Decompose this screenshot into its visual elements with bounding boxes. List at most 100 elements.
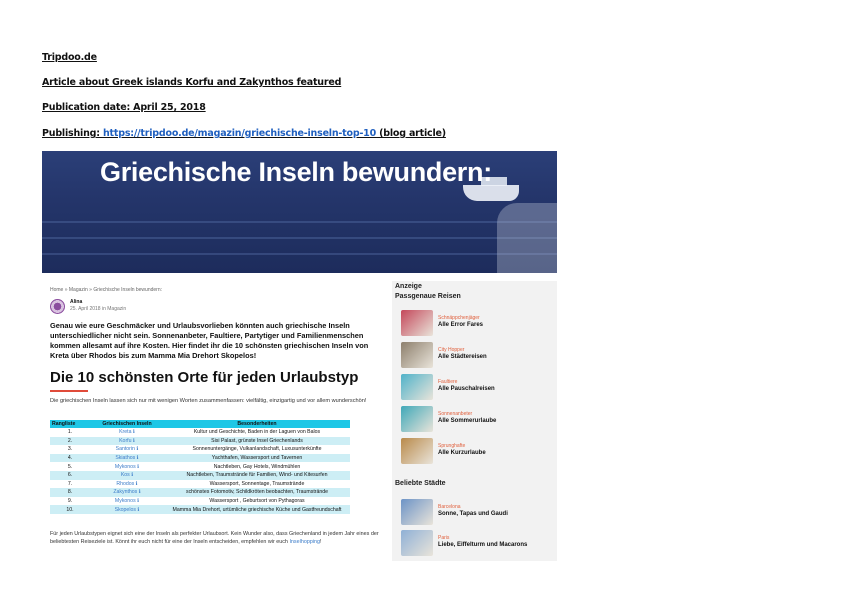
rank-cell: 9.	[67, 498, 73, 505]
description-cell: Kultur und Geschichte, Baden in der Lagu…	[193, 429, 321, 436]
outro-paragraph: Für jeden Urlaubstypen eignet sich eine …	[50, 531, 380, 546]
card-thumbnail	[401, 342, 433, 368]
description-cell: Sonnenuntergänge, Vulkanlandschaft, Luxu…	[192, 446, 322, 453]
sidebar-card[interactable]: Sprunghafte Alle Kurzurlaube	[395, 437, 555, 465]
card-category: Sonnenanbeter	[438, 411, 473, 417]
islands-table: Rangliste Griechischen Inseln Besonderhe…	[50, 420, 350, 514]
table-row: 4. Skiathos ℹ Yachthafen, Wassersport und …	[50, 453, 350, 463]
description-cell: Wassersport , Geburtsort von Pythagoras	[209, 498, 305, 505]
sidebar: Anzeige Passgenaue Reisen Schnäppchenjäg…	[392, 281, 557, 561]
article-body: Home » Magazin » Griechische Inseln bewu…	[42, 281, 382, 561]
publishing-line: Publishing: https://tripdoo.de/magazin/g…	[42, 128, 446, 139]
lead-paragraph: Die griechischen Inseln lassen sich nur …	[50, 398, 367, 404]
rock-image	[497, 203, 557, 273]
description-cell: Nachtleben, Gay Hotels, Windmühlen	[213, 463, 301, 470]
island-link[interactable]: Kreta ℹ	[90, 428, 164, 437]
article-description: Article about Greek islands Korfu and Za…	[42, 77, 342, 88]
publishing-suffix: (blog article)	[376, 128, 446, 139]
article-screenshot: Griechische Inseln bewundern: Home » Mag…	[42, 151, 557, 561]
card-category: Faultiere	[438, 379, 458, 385]
sidebar-card[interactable]: Schnäppchenjäger Alle Error Fares	[395, 309, 555, 337]
island-link[interactable]: Kos ℹ	[90, 470, 164, 480]
table-header: Besonderheiten	[164, 420, 350, 428]
rank-cell: 10.	[50, 505, 90, 514]
heading-underline	[50, 390, 88, 392]
island-link[interactable]: Mykonos ℹ	[90, 497, 164, 506]
island-link[interactable]: Skiathos ℹ	[90, 453, 164, 463]
sidebar-card[interactable]: City Hopper Alle Städtereisen	[395, 341, 555, 369]
table-row: 5. Mykonos ℹ Nachtleben, Gay Hotels, Windm…	[50, 462, 350, 471]
publication-date: Publication date: April 25, 2018	[42, 102, 206, 113]
island-link[interactable]: Korfu ℹ	[90, 436, 164, 446]
cities-title: Beliebte Städte	[395, 480, 446, 487]
post-meta: 25. April 2018 in Magazin	[70, 306, 127, 312]
sidebar-card[interactable]: Faultiere Alle Pauschalreisen	[395, 373, 555, 401]
card-thumbnail	[401, 406, 433, 432]
description-cell: Yachthafen, Wassersport und Tavernen	[164, 453, 350, 463]
card-title[interactable]: Alle Städtereisen	[438, 354, 487, 360]
rank-cell: 5.	[67, 463, 73, 470]
table-row: 9. Mykonos ℹ Wassersport , Geburtsort von …	[50, 497, 350, 506]
rank-cell: 4.	[50, 453, 90, 463]
publishing-label: Publishing:	[42, 128, 103, 139]
card-thumbnail	[401, 530, 433, 556]
table-header: Rangliste	[50, 420, 90, 428]
island-link[interactable]: Zakynthos ℹ	[90, 488, 164, 497]
table-row: 2. Korfu ℹ Sisi Palast, grünste Insel Grie…	[50, 436, 350, 446]
breadcrumb[interactable]: Home » Magazin » Griechische Inseln bewu…	[50, 287, 162, 293]
hero-banner: Griechische Inseln bewundern:	[42, 151, 557, 273]
card-category: Paris	[438, 535, 450, 541]
card-category: Sprunghafte	[438, 443, 466, 449]
table-row: 10. Skopelos ℹ Mamma Mia Drehort, urtümlic…	[50, 505, 350, 514]
card-title[interactable]: Alle Error Fares	[438, 322, 483, 328]
description-cell: schönstes Fotomotiv, Schildkröten beobac…	[164, 488, 350, 497]
ad-label: Anzeige	[395, 283, 422, 290]
card-title[interactable]: Alle Pauschalreisen	[438, 386, 495, 392]
rank-cell: 2.	[50, 436, 90, 446]
island-link[interactable]: Santorin ℹ	[90, 445, 164, 454]
outro-end: !	[320, 538, 322, 545]
sidebar-card[interactable]: Sonnenanbeter Alle Sommerurlaube	[395, 405, 555, 433]
island-link[interactable]: Rhodos ℹ	[90, 480, 164, 489]
rank-cell: 3.	[67, 446, 73, 453]
sidebar-card[interactable]: Barcelona Sonne, Tapas und Gaudi	[395, 498, 555, 526]
card-category: City Hopper	[438, 347, 465, 353]
card-title[interactable]: Alle Sommerurlaube	[438, 418, 496, 424]
author-avatar	[50, 299, 65, 314]
site-name: Tripdoo.de	[42, 52, 97, 63]
table-row: 1. Kreta ℹ Kultur und Geschichte, Baden in…	[50, 428, 350, 437]
rank-cell: 8.	[50, 488, 90, 497]
outro-text: Für jeden Urlaubstypen eignet sich eine …	[50, 531, 379, 545]
table-row: 7. Rhodos ℹ Wassersport, Sonnentage, Traum…	[50, 480, 350, 489]
card-thumbnail	[401, 310, 433, 336]
description-cell: Nachtleben, Traumstrände für Familien, W…	[164, 470, 350, 480]
card-title[interactable]: Liebe, Eiffelturm und Macarons	[438, 542, 527, 548]
publishing-link[interactable]: https://tripdoo.de/magazin/griechische-i…	[103, 128, 376, 139]
table-row: 8. Zakynthos ℹ schönstes Fotomotiv, Schild…	[50, 488, 350, 497]
table-row: 3. Santorin ℹ Sonnenuntergänge, Vulkanland…	[50, 445, 350, 454]
rank-cell: 6.	[50, 470, 90, 480]
sidebar-card[interactable]: Paris Liebe, Eiffelturm und Macarons	[395, 529, 555, 557]
rank-cell: 1.	[67, 429, 73, 436]
description-cell: Mamma Mia Drehort, urtümliche griechisch…	[164, 505, 350, 514]
author-name[interactable]: Alina	[70, 299, 82, 305]
hero-title: Griechische Inseln bewundern:	[100, 157, 492, 187]
card-thumbnail	[401, 499, 433, 525]
table-header: Griechischen Inseln	[90, 420, 164, 428]
card-category: Schnäppchenjäger	[438, 315, 480, 321]
island-link[interactable]: Skopelos ℹ	[90, 505, 164, 514]
card-title[interactable]: Alle Kurzurlaube	[438, 450, 486, 456]
rank-cell: 7.	[67, 480, 73, 487]
card-category: Barcelona	[438, 504, 461, 510]
card-title[interactable]: Sonne, Tapas und Gaudi	[438, 511, 508, 517]
card-thumbnail	[401, 438, 433, 464]
card-thumbnail	[401, 374, 433, 400]
island-link[interactable]: Mykonos ℹ	[90, 462, 164, 471]
inselhopping-link[interactable]: Inselhopping	[289, 539, 320, 545]
section-heading: Die 10 schönsten Orte für jeden Urlaubst…	[50, 369, 359, 386]
table-row: 6. Kos ℹ Nachtleben, Traumstrände für Fami…	[50, 470, 350, 480]
description-cell: Sisi Palast, grünste Insel Griechenlands	[164, 436, 350, 446]
description-cell: Wassersport, Sonnentage, Traumstrände	[209, 480, 305, 487]
intro-paragraph: Genau wie eure Geschmäcker und Urlaubsvo…	[50, 321, 369, 360]
ad-title: Passgenaue Reisen	[395, 293, 461, 300]
